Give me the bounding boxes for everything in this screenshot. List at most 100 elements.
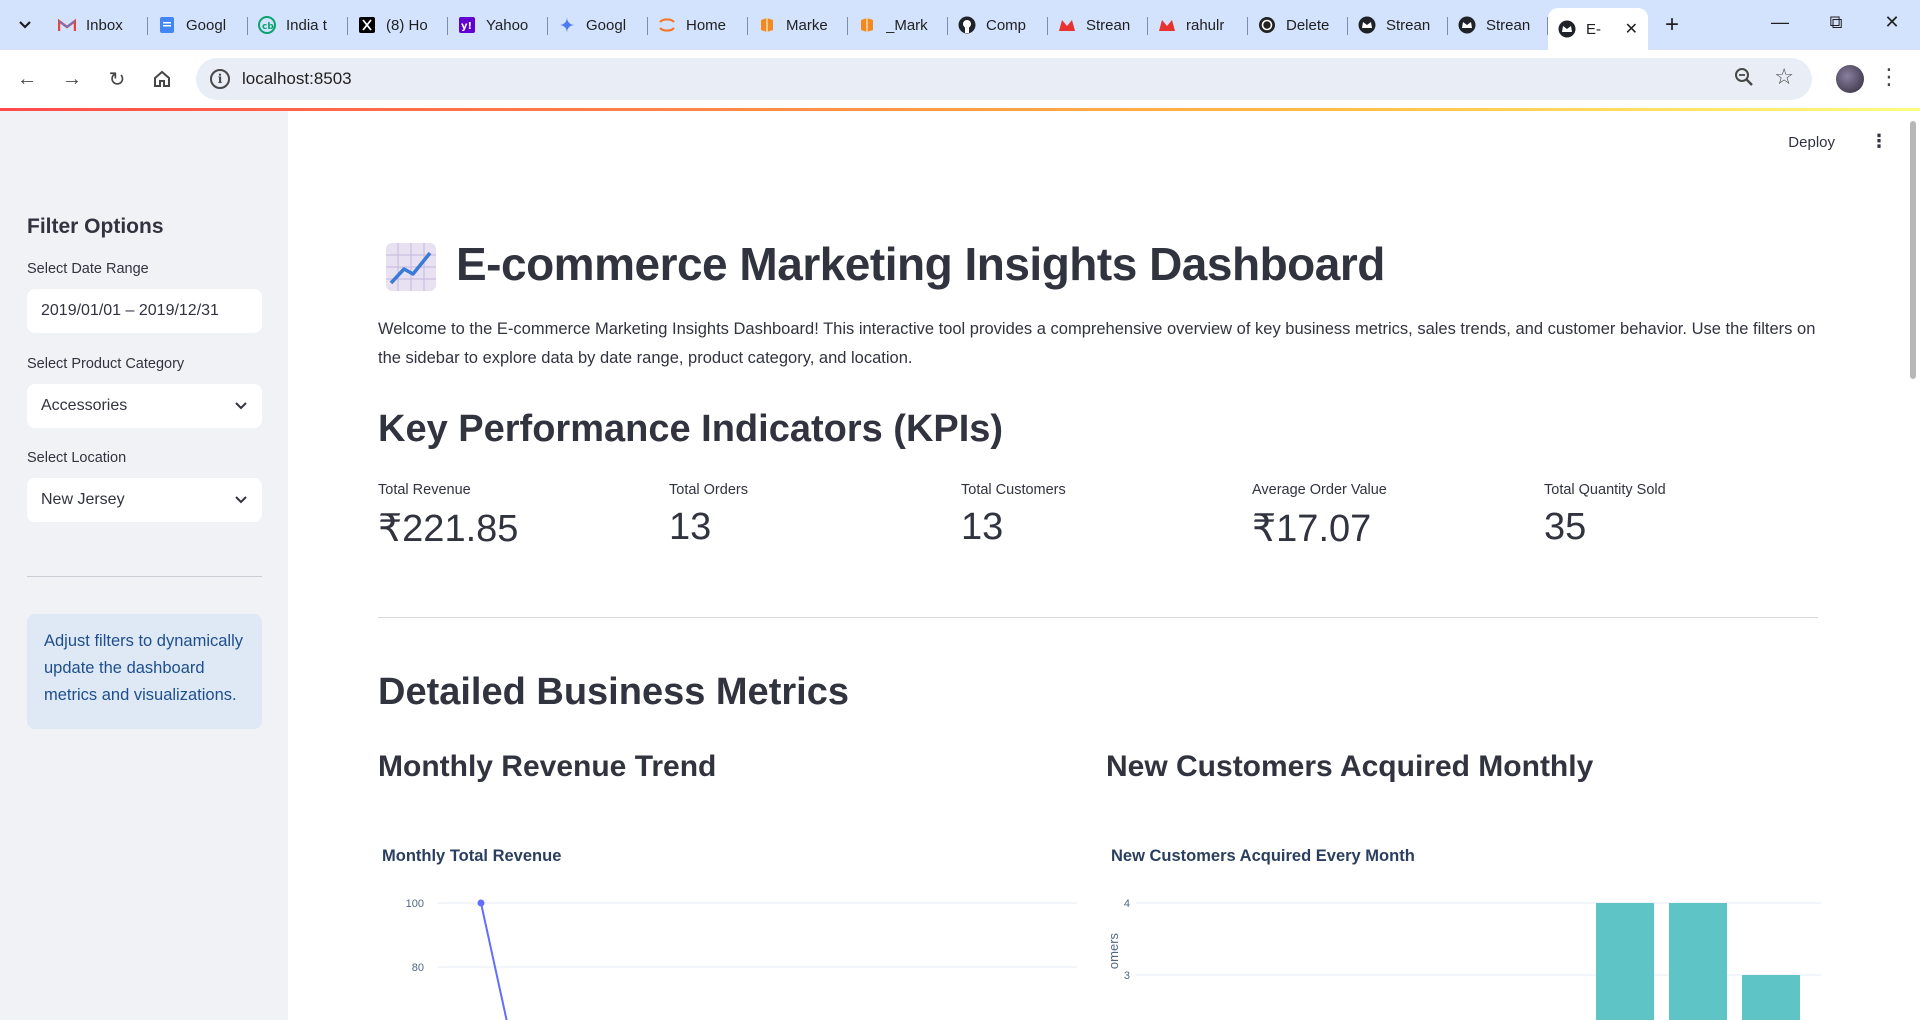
metric-label: Average Order Value bbox=[1252, 482, 1387, 498]
site-info-icon[interactable]: i bbox=[210, 69, 230, 89]
browser-tab[interactable]: Marke bbox=[748, 8, 848, 42]
section-divider bbox=[378, 617, 1818, 618]
browser-tab[interactable]: Googl bbox=[148, 8, 248, 42]
location-value: New Jersey bbox=[41, 491, 125, 508]
metric-label: Total Revenue bbox=[378, 482, 471, 498]
new-tab-button[interactable]: + bbox=[1654, 8, 1690, 42]
app-menu-icon[interactable]: ⋮ bbox=[1870, 131, 1888, 152]
location-select[interactable]: New Jersey bbox=[27, 478, 262, 522]
revenue-line-chart[interactable]: 100 80 bbox=[382, 891, 1082, 1020]
location-label: Select Location bbox=[27, 450, 127, 466]
x-icon bbox=[358, 16, 376, 34]
tab-title: Strean bbox=[1386, 16, 1431, 34]
metric-value: 35 bbox=[1544, 506, 1587, 548]
detail-heading: Detailed Business Metrics bbox=[378, 671, 849, 713]
series-line bbox=[480, 902, 508, 1020]
back-icon[interactable]: ← bbox=[10, 62, 44, 96]
browser-tab[interactable]: E- ✕ bbox=[1548, 8, 1648, 50]
customers-chart-title: New Customers Acquired Every Month bbox=[1111, 847, 1415, 865]
scrollbar[interactable] bbox=[1910, 121, 1916, 379]
browser-tab[interactable]: Comp bbox=[948, 8, 1048, 42]
metric-label: Total Orders bbox=[669, 482, 748, 498]
y-tick-label: 80 bbox=[412, 962, 424, 974]
streamlit-crown-icon bbox=[1558, 20, 1576, 38]
y-tick-label: 3 bbox=[1124, 970, 1130, 982]
metric-value: ₹221.85 bbox=[378, 508, 519, 550]
browser-tab[interactable]: (8) Ho bbox=[348, 8, 448, 42]
bar bbox=[1669, 903, 1727, 1020]
url-text: localhost:8503 bbox=[242, 69, 352, 88]
home-icon[interactable] bbox=[145, 62, 179, 96]
browser-tab[interactable]: y! Yahoo bbox=[448, 8, 548, 42]
close-tab-icon[interactable]: ✕ bbox=[1625, 19, 1638, 39]
reload-icon[interactable]: ↻ bbox=[100, 62, 134, 96]
metric-value: 13 bbox=[669, 506, 712, 548]
chevron-down-icon bbox=[19, 21, 31, 29]
tab-title: Googl bbox=[186, 16, 227, 34]
close-window-icon[interactable]: ✕ bbox=[1864, 0, 1920, 44]
metric-total-quantity: Total Quantity Sold 35 bbox=[1544, 482, 1824, 549]
metric-label: Total Customers bbox=[961, 482, 1066, 498]
browser-tab[interactable]: Inbox bbox=[48, 8, 148, 42]
address-bar[interactable]: i localhost:8503 ☆ bbox=[196, 58, 1812, 100]
page-title: E-commerce Marketing Insights Dashboard bbox=[456, 238, 1385, 290]
tab-title: India t bbox=[286, 16, 327, 34]
customers-bar-chart[interactable]: 4 3omers bbox=[1106, 891, 1826, 1020]
category-select[interactable]: Accessories bbox=[27, 384, 262, 428]
metric-average-order-value: Average Order Value ₹17.07 bbox=[1252, 482, 1532, 551]
browser-tab[interactable]: cb India t bbox=[248, 8, 348, 42]
browser-tab[interactable]: Delete bbox=[1248, 8, 1348, 42]
date-range-input[interactable]: 2019/01/01 – 2019/12/31 bbox=[27, 289, 262, 333]
gemini-icon bbox=[558, 16, 576, 34]
tab-title: Home bbox=[686, 16, 727, 34]
google-docs-icon bbox=[158, 16, 176, 34]
tab-title: (8) Ho bbox=[386, 16, 428, 34]
profile-avatar[interactable] bbox=[1836, 65, 1864, 93]
cb-icon: cb bbox=[258, 16, 276, 34]
forward-icon[interactable]: → bbox=[55, 62, 89, 96]
chart-increasing-icon bbox=[386, 243, 436, 291]
minimize-icon[interactable]: — bbox=[1752, 0, 1808, 44]
restore-icon[interactable]: ⧉ bbox=[1808, 0, 1864, 44]
tab-title: Comp bbox=[986, 16, 1027, 34]
main-content: Deploy ⋮ E-commerce Marketing Insights D… bbox=[288, 111, 1920, 1020]
svg-text:cb: cb bbox=[262, 22, 274, 32]
browser-tab[interactable]: Googl bbox=[548, 8, 648, 42]
category-value: Accessories bbox=[41, 397, 128, 414]
deploy-button[interactable]: Deploy bbox=[1788, 134, 1835, 151]
tab-title: _Mark bbox=[886, 16, 928, 34]
browser-tab[interactable]: Strean bbox=[1448, 8, 1548, 42]
bookmark-star-icon[interactable]: ☆ bbox=[1774, 64, 1794, 90]
streamlit-crown-icon bbox=[1358, 16, 1376, 34]
chevron-down-icon bbox=[234, 398, 248, 415]
zoom-icon[interactable] bbox=[1734, 67, 1754, 92]
browser-tab[interactable]: _Mark bbox=[848, 8, 948, 42]
streamlit-icon bbox=[1158, 16, 1176, 34]
browser-tab[interactable]: Strean bbox=[1048, 8, 1148, 42]
browser-tab[interactable]: rahulr bbox=[1148, 8, 1248, 42]
tab-search-button[interactable] bbox=[8, 10, 42, 40]
tab-title: Strean bbox=[1086, 16, 1131, 34]
tab-title: Googl bbox=[586, 16, 627, 34]
intro-text: Welcome to the E-commerce Marketing Insi… bbox=[378, 320, 1816, 367]
browser-tab[interactable]: Home bbox=[648, 8, 748, 42]
browser-tab[interactable]: Strean bbox=[1348, 8, 1448, 42]
tab-list: Inbox Googl cb India t (8) Ho y! Yahoo Googl Hom… bbox=[48, 8, 1690, 50]
browser-menu-icon[interactable]: ⋮ bbox=[1878, 64, 1900, 90]
sidebar: Filter Options Select Date Range 2019/01… bbox=[0, 111, 288, 1020]
tab-title: Delete bbox=[1286, 16, 1330, 34]
tab-title: Strean bbox=[1486, 16, 1531, 34]
customers-subheading: New Customers Acquired Monthly bbox=[1106, 750, 1594, 783]
jupyter-icon bbox=[658, 16, 676, 34]
bar bbox=[1742, 975, 1800, 1020]
tab-title: rahulr bbox=[1186, 16, 1225, 34]
metric-total-customers: Total Customers 13 bbox=[961, 482, 1241, 549]
metric-value: 13 bbox=[961, 506, 1004, 548]
y-tick-label: 100 bbox=[406, 898, 424, 910]
revenue-chart-title: Monthly Total Revenue bbox=[382, 847, 562, 865]
tab-title: E- bbox=[1586, 20, 1601, 38]
y-tick-label: 4 bbox=[1124, 898, 1130, 910]
sidebar-divider bbox=[27, 576, 262, 577]
sidebar-title: Filter Options bbox=[27, 215, 164, 238]
category-label: Select Product Category bbox=[27, 356, 185, 372]
